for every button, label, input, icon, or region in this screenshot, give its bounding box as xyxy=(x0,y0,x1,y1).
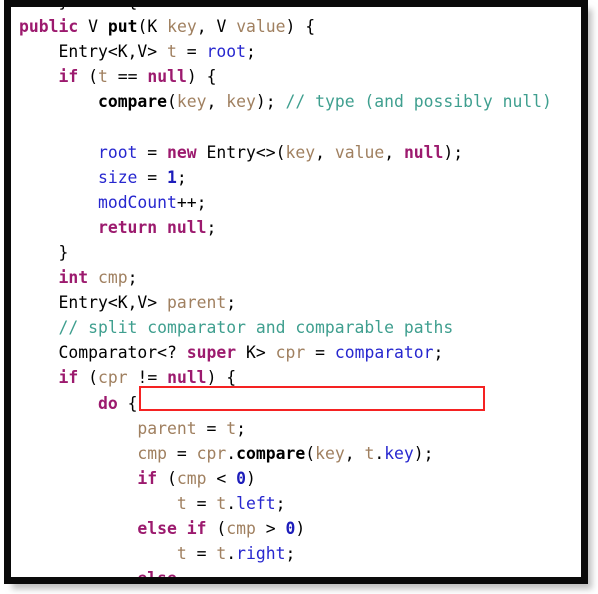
code-line-6: root = new Entry<>(key, value, null); xyxy=(97,142,464,162)
code-line-7: size = 1; xyxy=(97,167,187,187)
code-line-4: compare(key, key); // type (and possibly… xyxy=(97,92,552,112)
code-line-3: if (t == null) { xyxy=(58,67,217,87)
code-line-16: do { xyxy=(97,393,138,413)
java-source-code: } else { public V put(K key, V value) { E… xyxy=(11,7,552,577)
code-line-13: // split comparator and comparable paths xyxy=(58,318,454,338)
code-line-9: return null; xyxy=(97,217,217,237)
code-line-17: parent = t; xyxy=(137,418,246,438)
code-line-1: public V put(K key, V value) { xyxy=(19,17,316,37)
code-snippet-figure: } else { public V put(K key, V value) { E… xyxy=(4,0,588,584)
code-line-11: int cmp; xyxy=(58,268,138,288)
code-line-21: else if (cmp > 0) xyxy=(137,518,306,538)
code-line-19: if (cmp < 0) xyxy=(137,468,256,488)
code-line-14: Comparator<? super K> cpr = comparator; xyxy=(58,343,444,363)
code-line-18-highlighted: cmp = cpr.compare(key, t.key); xyxy=(137,443,434,463)
code-line-8: modCount++; xyxy=(97,192,207,212)
code-line-10: } xyxy=(58,242,69,262)
code-line-clipped-top: } else { xyxy=(19,7,552,14)
code-line-5-blank xyxy=(19,114,552,139)
code-line-15: if (cpr != null) { xyxy=(58,368,237,388)
code-line-22: t = t.right; xyxy=(176,544,296,564)
code-line-12: Entry<K,V> parent; xyxy=(58,293,237,313)
code-line-2: Entry<K,V> t = root; xyxy=(58,42,256,62)
code-line-20: t = t.left; xyxy=(176,493,286,513)
code-line-23: else xyxy=(19,566,552,577)
code-viewport: } else { public V put(K key, V value) { E… xyxy=(11,7,581,577)
